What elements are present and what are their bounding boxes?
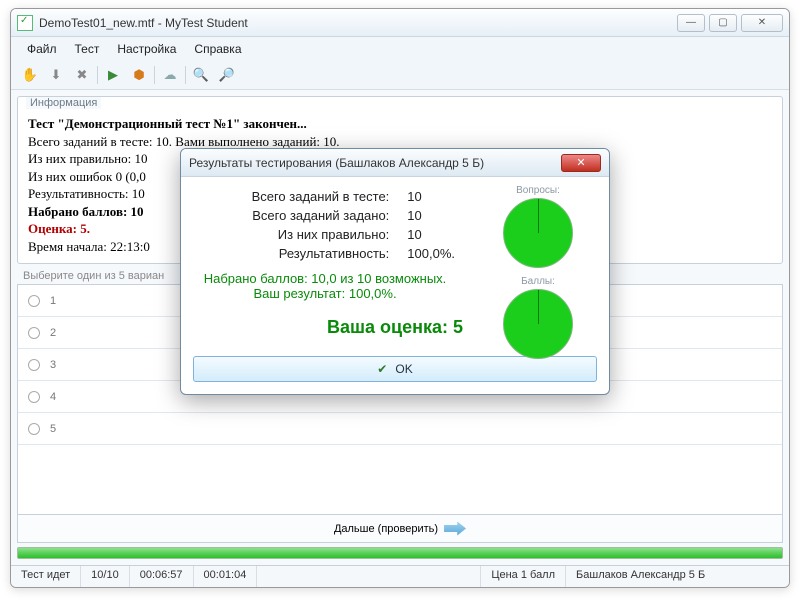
option-row[interactable]: 5 [18,413,782,445]
stat-value: 10 [407,227,455,242]
status-progress: 10/10 [81,566,130,587]
zoom-out-icon[interactable]: 🔎 [216,64,238,86]
pie-points [503,289,573,359]
next-label: Дальше (проверить) [334,523,438,535]
stat-label: Из них правильно: [195,227,389,242]
stop-icon[interactable]: ⬢ [128,64,150,86]
info-line-1: Тест "Демонстрационный тест №1" закончен… [28,115,772,133]
pie-charts: Вопросы: Баллы: [483,185,593,359]
menubar: Файл Тест Настройка Справка [11,37,789,61]
results-dialog: Результаты тестирования (Башлаков Алекса… [180,148,610,395]
progress-bar [17,547,783,559]
dialog-title: Результаты тестирования (Башлаков Алекса… [189,156,484,170]
radio-icon [28,359,40,371]
radio-icon [28,423,40,435]
cancel-icon[interactable]: ✖ [71,64,93,86]
status-state: Тест идет [11,566,81,587]
option-label: 1 [50,295,56,307]
next-button[interactable]: Дальше (проверить) [17,515,783,543]
separator [185,66,186,84]
minimize-button[interactable]: — [677,14,705,32]
ok-button[interactable]: ✔ OK [193,356,597,382]
status-price: Цена 1 балл [481,566,566,587]
zoom-in-icon[interactable]: 🔍 [190,64,212,86]
app-icon [17,15,33,31]
cloud-icon[interactable]: ☁ [159,64,181,86]
radio-icon [28,327,40,339]
status-user: Башлаков Александр 5 Б [566,566,789,587]
down-icon[interactable]: ⬇ [45,64,67,86]
dialog-close-button[interactable]: ✕ [561,154,601,172]
result-line: Ваш результат: 100,0%. [195,286,455,301]
pie-label-points: Баллы: [521,276,555,287]
statusbar: Тест идет 10/10 00:06:57 00:01:04 Цена 1… [11,565,789,587]
close-button[interactable]: ✕ [741,14,783,32]
status-time-1: 00:06:57 [130,566,194,587]
option-label: 2 [50,327,56,339]
separator [97,66,98,84]
option-label: 3 [50,359,56,371]
window-controls: — ▢ ✕ [677,14,783,32]
score-line: Набрано баллов: 10,0 из 10 возможных. [195,271,455,286]
stat-label: Всего заданий в тесте: [195,189,389,204]
option-label: 4 [50,391,56,403]
status-spacer [257,566,481,587]
window-title: DemoTest01_new.mtf - MyTest Student [39,16,677,30]
pie-questions [503,198,573,268]
stat-label: Всего заданий задано: [195,208,389,223]
radio-icon [28,391,40,403]
stats-grid: Всего заданий в тесте: 10 Всего заданий … [195,189,455,261]
menu-settings[interactable]: Настройка [109,40,184,58]
stat-value: 10 [407,189,455,204]
stat-value: 10 [407,208,455,223]
arrow-right-icon [444,522,466,536]
separator [154,66,155,84]
hand-icon[interactable]: ✋ [19,64,41,86]
menu-test[interactable]: Тест [67,40,108,58]
play-icon[interactable]: ▶ [102,64,124,86]
ok-label: OK [395,362,412,376]
menu-help[interactable]: Справка [186,40,249,58]
pie-label-questions: Вопросы: [516,185,560,196]
status-time-2: 00:01:04 [194,566,258,587]
radio-icon [28,295,40,307]
toolbar: ✋ ⬇ ✖ ▶ ⬢ ☁ 🔍 🔎 [11,61,789,90]
dialog-titlebar: Результаты тестирования (Башлаков Алекса… [181,149,609,177]
info-legend: Информация [26,97,101,109]
maximize-button[interactable]: ▢ [709,14,737,32]
menu-file[interactable]: Файл [19,40,65,58]
score-text: Набрано баллов: 10,0 из 10 возможных. Ва… [195,271,455,301]
titlebar: DemoTest01_new.mtf - MyTest Student — ▢ … [11,9,789,37]
stat-label: Результативность: [195,246,389,261]
dialog-body: Всего заданий в тесте: 10 Всего заданий … [181,177,609,350]
option-label: 5 [50,423,56,435]
stat-value: 100,0%. [407,246,455,261]
